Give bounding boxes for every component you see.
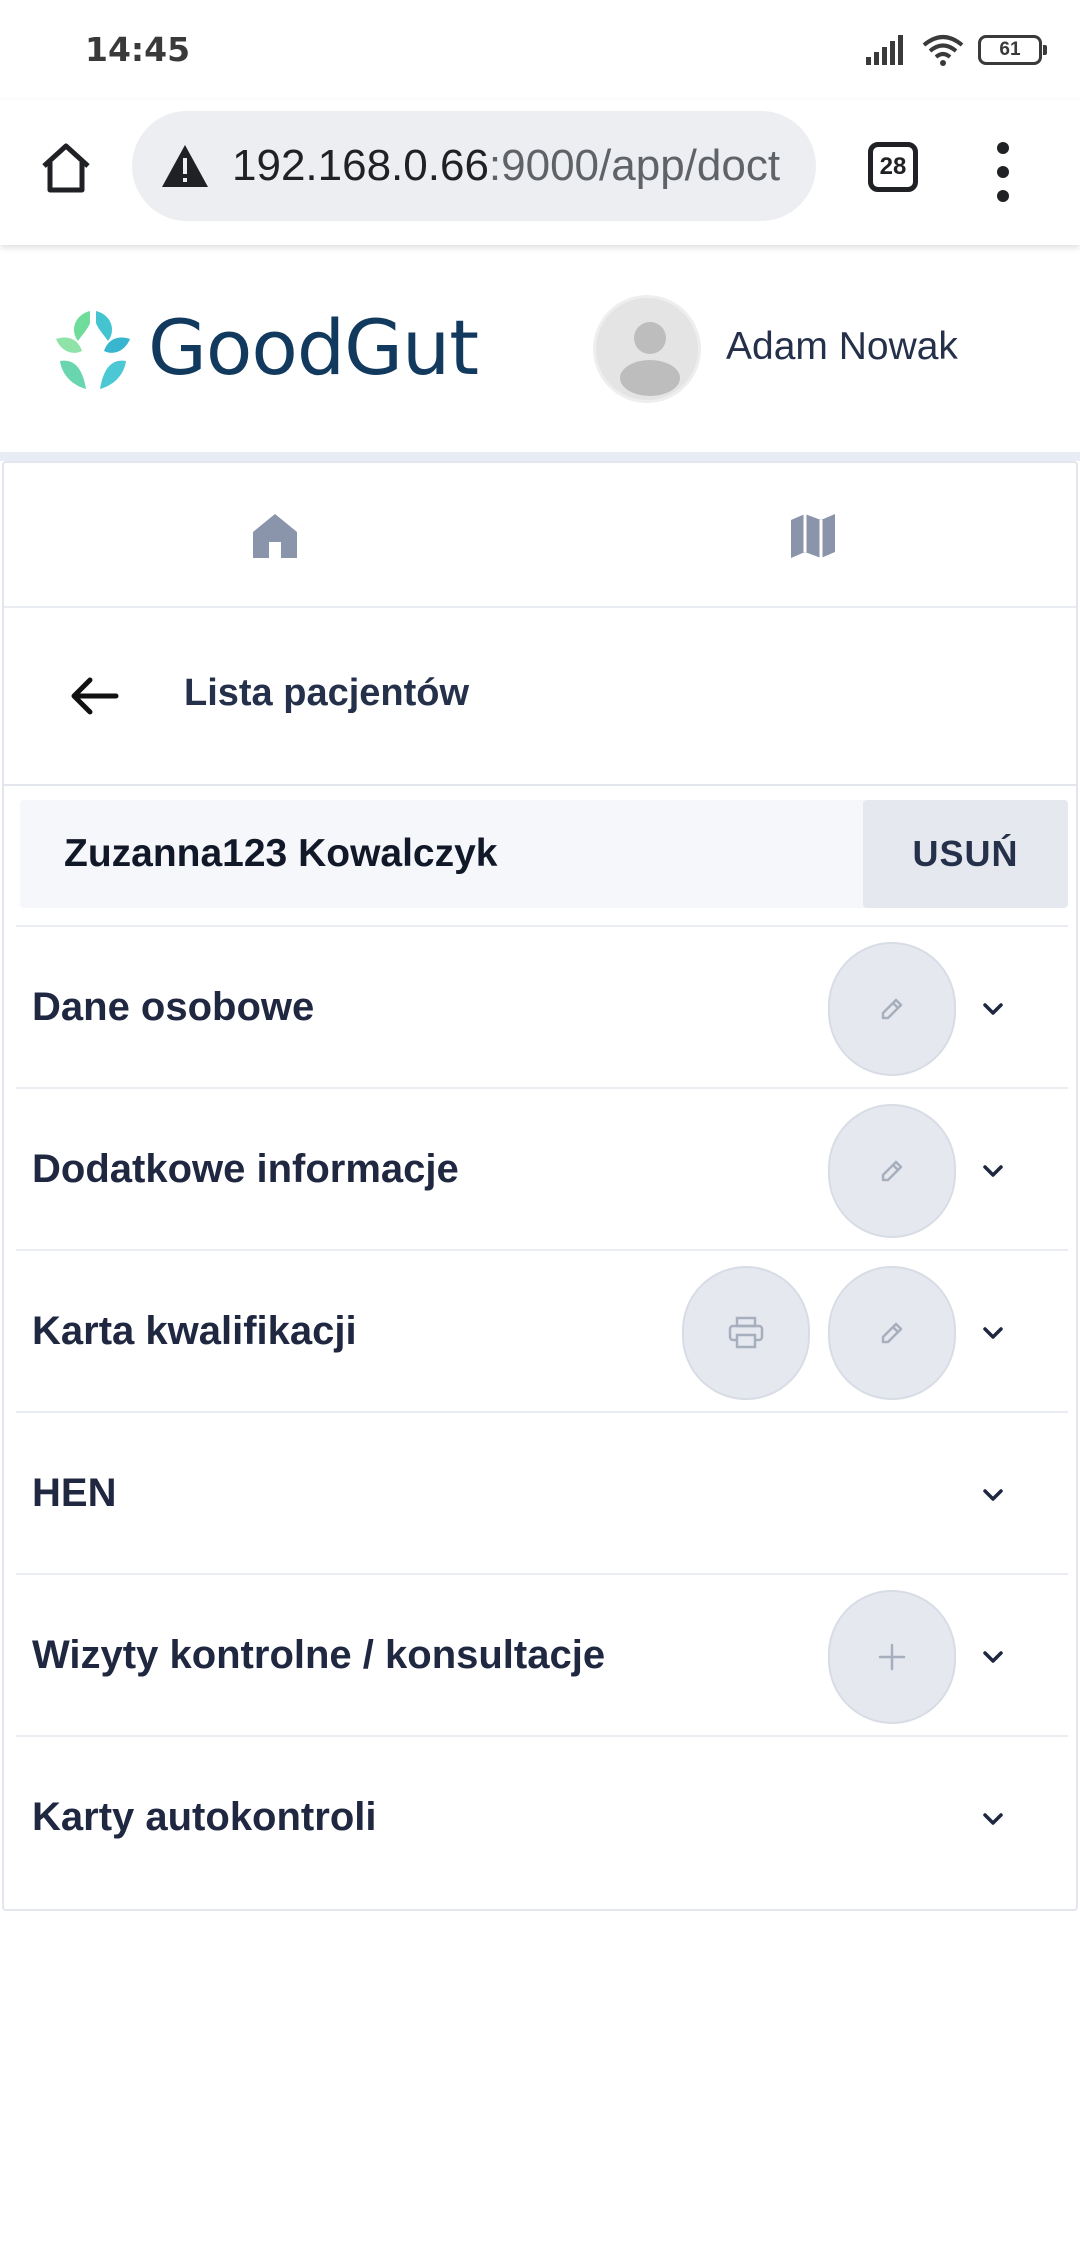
url-host: 192.168.0.66 — [232, 141, 489, 190]
browser-toolbar: 192.168.0.66:9000/app/doct 28 — [0, 100, 1080, 245]
user-name[interactable]: Adam Nowak — [726, 325, 958, 369]
section-dodatkowe-informacje[interactable]: Dodatkowe informacje — [16, 1087, 1068, 1249]
user-avatar-icon — [620, 322, 680, 396]
edit-icon — [881, 1322, 903, 1344]
page-blank-area — [0, 1911, 1080, 2248]
tab-count: 28 — [879, 153, 907, 180]
back-arrow-icon[interactable] — [66, 668, 122, 724]
chevron-down-icon[interactable] — [976, 1478, 1010, 1512]
print-button[interactable] — [682, 1266, 810, 1400]
edit-icon — [881, 998, 903, 1020]
url-path: :9000/app/doct — [488, 141, 781, 190]
patient-row: Zuzanna123 Kowalczyk USUŃ — [20, 800, 1068, 908]
edit-button[interactable] — [828, 1104, 956, 1238]
edit-button[interactable] — [828, 1266, 956, 1400]
section-title[interactable]: Karty autokontroli — [32, 1795, 376, 1840]
battery-icon: 61 — [978, 35, 1047, 65]
chevron-down-icon[interactable] — [976, 1640, 1010, 1674]
section-wizyty-kontrolne[interactable]: Wizyty kontrolne / konsultacje — [16, 1573, 1068, 1735]
chevron-down-icon[interactable] — [976, 1316, 1010, 1350]
section-title[interactable]: Karta kwalifikacji — [32, 1309, 357, 1354]
url-text[interactable]: 192.168.0.66:9000/app/doct — [232, 141, 802, 191]
section-title[interactable]: HEN — [32, 1471, 116, 1516]
map-icon[interactable] — [787, 510, 839, 562]
section-title[interactable]: Dodatkowe informacje — [32, 1147, 459, 1192]
warning-icon[interactable] — [160, 143, 210, 189]
header-divider — [0, 452, 1080, 461]
back-row: Lista pacjentów — [4, 608, 1076, 786]
plus-icon — [878, 1643, 906, 1671]
back-title[interactable]: Lista pacjentów — [184, 672, 469, 715]
add-button[interactable] — [828, 1590, 956, 1724]
wifi-icon — [922, 35, 964, 66]
patient-name: Zuzanna123 Kowalczyk — [64, 832, 498, 875]
address-bar[interactable]: 192.168.0.66:9000/app/doct — [132, 111, 816, 221]
chevron-down-icon[interactable] — [976, 1802, 1010, 1836]
nav-row — [4, 463, 1076, 608]
edit-button[interactable] — [828, 942, 956, 1076]
section-karta-kwalifikacji[interactable]: Karta kwalifikacji — [16, 1249, 1068, 1411]
tabs-button[interactable]: 28 — [868, 142, 918, 192]
goodgut-logo-icon[interactable] — [52, 305, 134, 395]
home-icon[interactable] — [36, 138, 96, 198]
brand-name: GoodGut — [148, 303, 479, 392]
more-vert-icon[interactable] — [990, 142, 1016, 202]
section-title[interactable]: Dane osobowe — [32, 985, 314, 1030]
section-title[interactable]: Wizyty kontrolne / konsultacje — [32, 1633, 605, 1678]
section-dane-osobowe[interactable]: Dane osobowe — [16, 925, 1068, 1087]
battery-level: 61 — [999, 39, 1021, 60]
section-hen[interactable]: HEN — [16, 1411, 1068, 1573]
signal-icon — [866, 35, 903, 65]
chevron-down-icon[interactable] — [976, 992, 1010, 1026]
edit-icon — [881, 1160, 903, 1182]
section-karty-autokontroli[interactable]: Karty autokontroli — [16, 1735, 1068, 1897]
print-icon — [728, 1316, 764, 1349]
chevron-down-icon[interactable] — [976, 1154, 1010, 1188]
delete-button[interactable]: USUŃ — [863, 800, 1068, 908]
avatar[interactable] — [593, 295, 701, 403]
status-bar: 14:45 61 — [0, 0, 1080, 100]
home-icon[interactable] — [249, 510, 301, 562]
status-time: 14:45 — [85, 30, 191, 69]
app-header: GoodGut Adam Nowak — [0, 245, 1080, 455]
main-card: Lista pacjentów Zuzanna123 Kowalczyk USU… — [2, 461, 1078, 1911]
status-icons: 61 — [866, 30, 1047, 70]
